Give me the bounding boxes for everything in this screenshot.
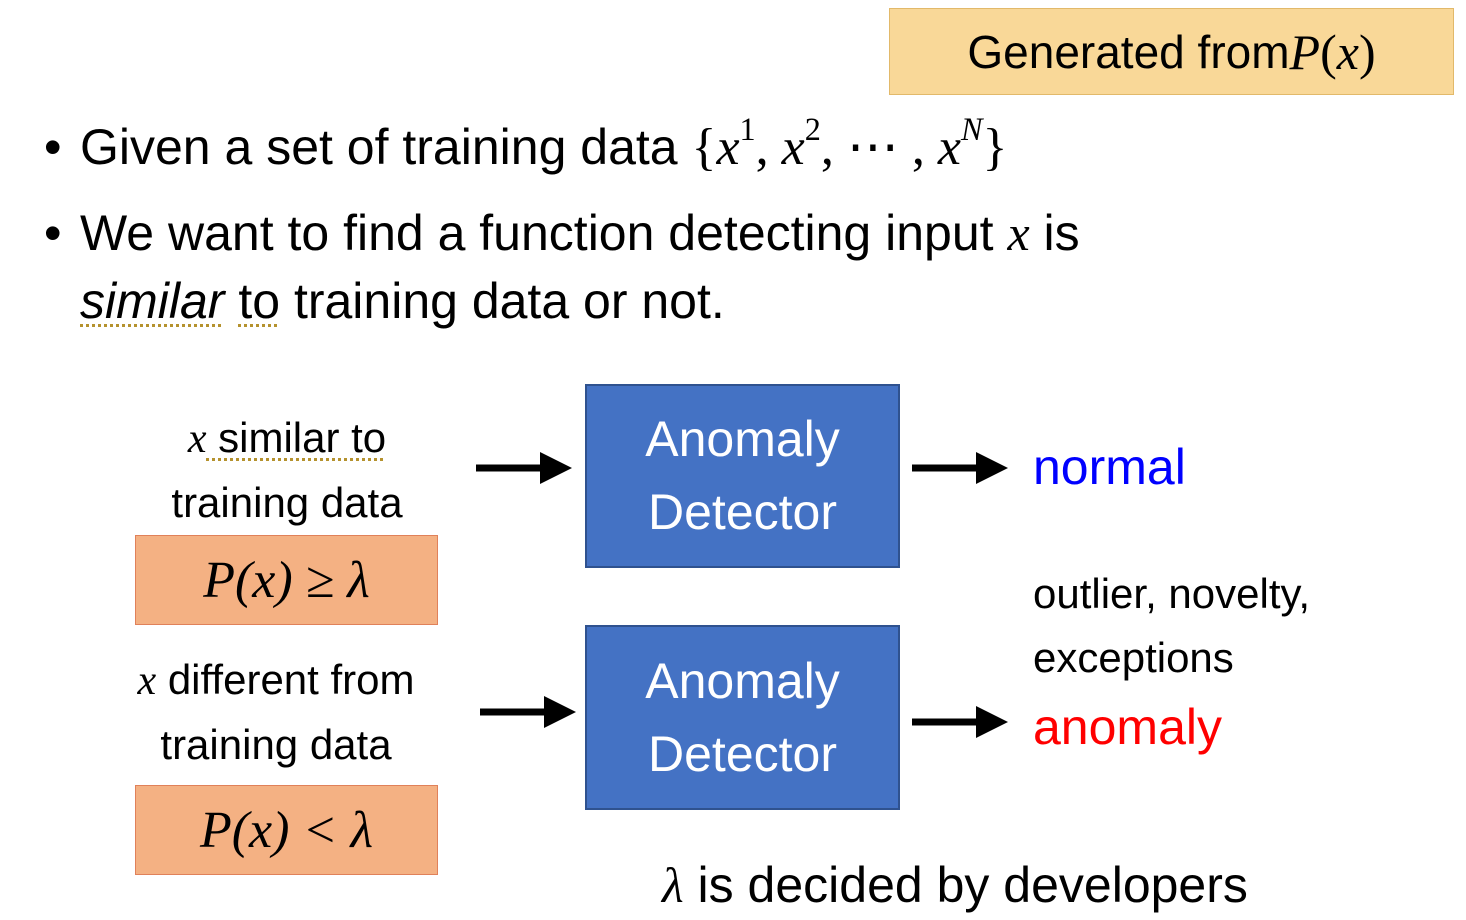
- to-word: to: [238, 273, 281, 329]
- condition-ge-box: P(x) ≥ λ: [135, 535, 438, 625]
- anomaly-detector-bottom: Anomaly Detector: [585, 625, 900, 810]
- similar-word: similar: [80, 273, 225, 329]
- bullet-2-line1-end: is: [1029, 205, 1080, 261]
- case-var: x: [137, 658, 157, 704]
- bullet-2-line2-rest: training data or not.: [280, 273, 725, 329]
- bullet-2: • We want to find a function detecting in…: [44, 208, 1080, 258]
- bullet-dot: •: [44, 205, 62, 261]
- generated-from-math: P(x): [1289, 23, 1376, 80]
- case-different-label: x different from training data: [86, 648, 466, 777]
- bullet-2-line1: We want to find a function detecting inp…: [80, 205, 1008, 261]
- case-similar-label: x similar to training data: [97, 406, 477, 535]
- case-different-line2: training data: [160, 721, 392, 768]
- bullet-2-cont: similar to training data or not.: [80, 276, 725, 326]
- detector-label-line2: Detector: [648, 484, 837, 540]
- bullet-dot: •: [44, 119, 62, 175]
- detector-label-line2: Detector: [648, 725, 837, 782]
- generated-from-text: Generated from: [967, 25, 1290, 78]
- anomaly-detector-top: Anomaly Detector: [585, 384, 900, 568]
- bullet-1-text: Given a set of training data: [80, 119, 692, 175]
- input-var: x: [1007, 205, 1030, 261]
- detector-label-line1: Anomaly: [645, 652, 840, 709]
- threshold-note-text: is decided by developers: [683, 857, 1248, 913]
- slide-title: Problem Formulation: [40, 0, 560, 9]
- arrow-in-top-icon: [476, 452, 572, 484]
- case-different-line1: different from: [156, 656, 415, 703]
- case-similar-line1: similar to: [206, 414, 387, 461]
- lambda-symbol: λ: [662, 857, 684, 913]
- case-similar-line2: training data: [171, 479, 403, 526]
- output-synonyms-line2: exceptions: [1033, 634, 1234, 681]
- output-normal: normal: [1033, 439, 1186, 495]
- generated-from-box: Generated from P(x): [889, 8, 1454, 95]
- training-set-math: {x1, x2, ⋯ , xN}: [691, 110, 1008, 176]
- output-anomaly: anomaly: [1033, 699, 1222, 755]
- arrow-in-bottom-icon: [480, 696, 576, 728]
- arrow-out-top-icon: [912, 452, 1008, 484]
- case-var: x: [187, 416, 207, 462]
- output-synonyms-line1: outlier, novelty,: [1033, 570, 1311, 617]
- condition-lt-box: P(x) < λ: [135, 785, 438, 875]
- bullet-1: • Given a set of training data {x1, x2, ⋯…: [44, 110, 1008, 176]
- detector-label-line1: Anomaly: [645, 411, 840, 467]
- threshold-note: λ is decided by developers: [662, 856, 1248, 914]
- arrow-out-bottom-icon: [912, 706, 1008, 738]
